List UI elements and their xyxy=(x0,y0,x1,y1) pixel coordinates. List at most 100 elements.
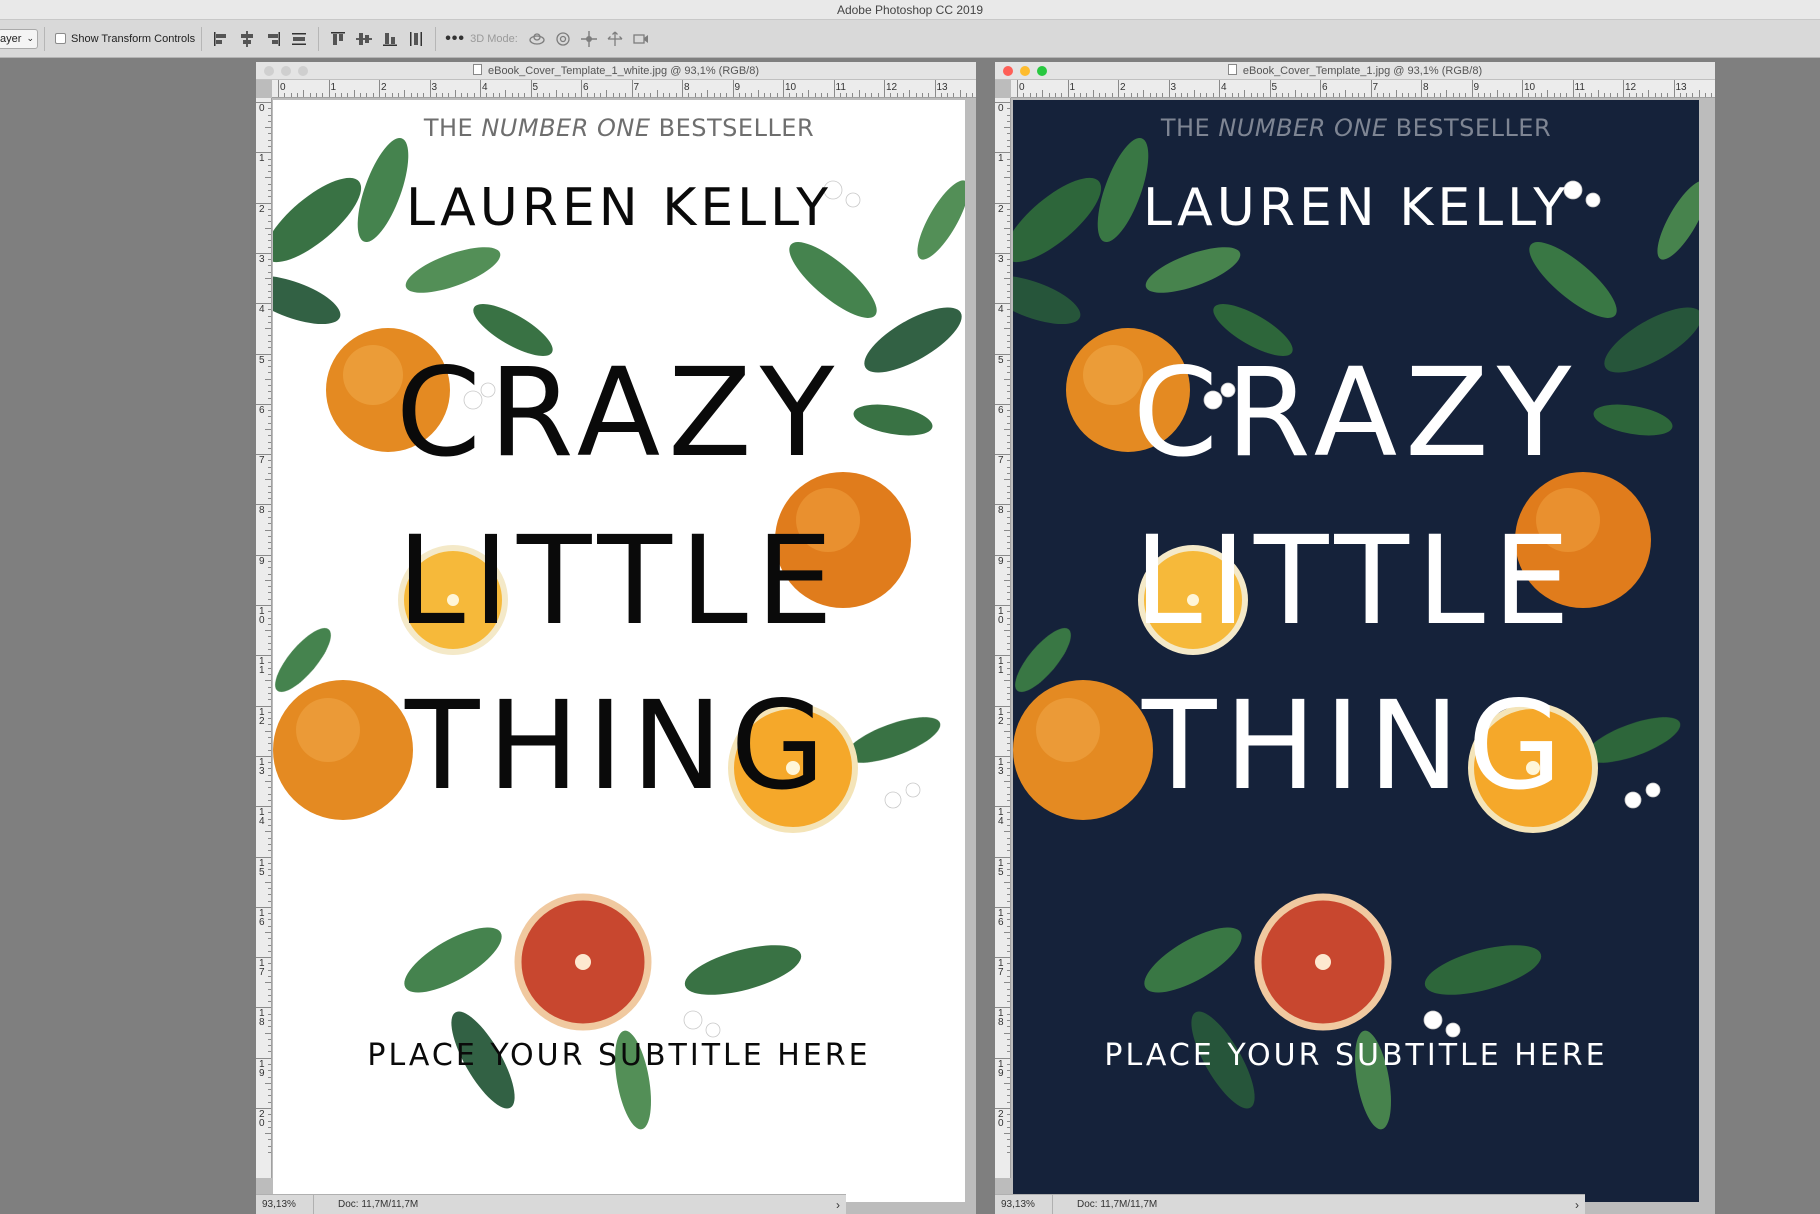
roll-3d-icon[interactable] xyxy=(550,26,576,52)
ruler-tick xyxy=(268,359,271,361)
document-title-bar[interactable]: eBook_Cover_Template_1_white.jpg @ 93,1%… xyxy=(256,62,976,80)
vertical-ruler[interactable]: 0 1 2 3 4 5 6 7 8 9 10 11 12 13 14 15 16 17 18 19 20 xyxy=(256,98,272,1178)
zoom-level[interactable]: 93,13% xyxy=(995,1195,1053,1214)
show-transform-checkbox[interactable] xyxy=(55,33,66,44)
divider xyxy=(435,26,437,51)
ruler-tick xyxy=(268,938,271,940)
minimize-window-icon[interactable] xyxy=(1020,66,1030,76)
book-cover-white[interactable]: THE NUMBER ONE BESTSELLER LAUREN KELLY C… xyxy=(273,100,965,1202)
ruler-tick xyxy=(536,93,538,97)
ruler-tick xyxy=(268,1145,271,1147)
ruler-tick xyxy=(1370,80,1372,97)
align-vertical-centers-icon[interactable] xyxy=(351,26,377,52)
ruler-tick xyxy=(1004,881,1010,883)
document-window-navy[interactable]: eBook_Cover_Template_1.jpg @ 93,1% (RGB/… xyxy=(995,62,1715,1214)
align-top-edges-icon[interactable] xyxy=(325,26,351,52)
ruler-tick xyxy=(1149,93,1151,97)
align-left-edges-icon[interactable] xyxy=(208,26,234,52)
ruler-tick xyxy=(1320,80,1321,97)
ruler-tick xyxy=(256,906,271,908)
ruler-tick xyxy=(909,90,911,97)
horizontal-ruler[interactable]: 0 1 2 3 4 5 6 7 8 9 10 11 12 13 xyxy=(272,80,976,98)
ruler-tick xyxy=(268,711,271,713)
ruler-tick xyxy=(268,950,271,952)
ruler-tick xyxy=(268,818,271,820)
vertical-ruler[interactable]: 0 1 2 3 4 5 6 7 8 9 10 11 12 13 14 15 16 17 18 19 20 xyxy=(995,98,1011,1178)
ruler-number: 7 xyxy=(998,455,1004,467)
align-right-edges-icon[interactable] xyxy=(260,26,286,52)
ruler-tick xyxy=(334,93,336,97)
ruler-tick xyxy=(265,127,271,129)
ruler-tick xyxy=(1004,428,1010,430)
ruler-tick xyxy=(1048,93,1050,97)
ruler-tick xyxy=(1007,869,1010,871)
more-options-icon[interactable]: ••• xyxy=(442,30,468,48)
distribute-horizontal-icon[interactable] xyxy=(286,26,312,52)
align-horizontal-centers-icon[interactable] xyxy=(234,26,260,52)
window-controls xyxy=(264,66,308,76)
horizontal-ruler[interactable]: 0 1 2 3 4 5 6 7 8 9 10 11 12 13 xyxy=(1011,80,1715,98)
ruler-tick xyxy=(1376,93,1378,97)
ruler-tick xyxy=(1490,93,1492,97)
ruler-tick xyxy=(858,90,860,97)
ruler-tick xyxy=(268,837,271,839)
ruler-tick xyxy=(1477,93,1479,97)
book-cover-navy[interactable]: THE NUMBER ONE BESTSELLER LAUREN KELLY C… xyxy=(1013,100,1699,1202)
ruler-tick xyxy=(1007,435,1010,437)
ruler-tick xyxy=(265,680,271,682)
minimize-window-icon[interactable] xyxy=(281,66,291,76)
ruler-tick xyxy=(1540,93,1542,97)
ruler-number: 0 xyxy=(280,82,286,93)
zoom-level[interactable]: 93,13% xyxy=(256,1195,314,1214)
distribute-vertical-icon[interactable] xyxy=(403,26,429,52)
ruler-tick xyxy=(265,1032,271,1034)
scale-3d-icon[interactable] xyxy=(628,26,654,52)
ruler-tick xyxy=(1007,397,1010,399)
ruler-tick xyxy=(1007,1152,1010,1153)
auto-select-dropdown[interactable]: ayer ⌄ xyxy=(0,28,38,49)
ruler-tick xyxy=(801,93,803,97)
close-window-icon[interactable] xyxy=(264,66,274,76)
ruler-tick xyxy=(1004,579,1010,581)
ruler-number: 8 xyxy=(1423,82,1429,93)
ruler-tick xyxy=(268,372,271,374)
chevron-right-icon[interactable]: › xyxy=(1569,1198,1585,1212)
ruler-tick xyxy=(268,466,271,468)
align-bottom-edges-icon[interactable] xyxy=(377,26,403,52)
status-bar-navy: 93,13% Doc: 11,7M/11,7M › xyxy=(995,1194,1585,1214)
slide-3d-icon[interactable] xyxy=(602,26,628,52)
ruler-tick xyxy=(268,334,271,336)
orbit-3d-icon[interactable] xyxy=(524,26,550,52)
zoom-window-icon[interactable] xyxy=(1037,66,1047,76)
ruler-tick xyxy=(1578,93,1580,97)
pan-3d-icon[interactable] xyxy=(576,26,602,52)
ruler-tick xyxy=(995,303,1010,305)
zoom-window-icon[interactable] xyxy=(298,66,308,76)
ruler-tick xyxy=(448,93,450,97)
ruler-tick xyxy=(1007,234,1010,236)
ruler-tick xyxy=(1007,667,1010,669)
ruler-tick xyxy=(1007,862,1010,864)
ruler-tick xyxy=(1007,944,1010,946)
document-window-white[interactable]: eBook_Cover_Template_1_white.jpg @ 93,1%… xyxy=(256,62,976,1214)
show-transform-controls[interactable]: Show Transform Controls xyxy=(55,33,195,45)
ruler-tick xyxy=(268,422,271,424)
ruler-tick xyxy=(1698,90,1700,97)
close-window-icon[interactable] xyxy=(1003,66,1013,76)
ruler-tick xyxy=(268,969,271,971)
ruler-tick xyxy=(256,655,271,657)
ruler-tick xyxy=(1073,93,1075,97)
ruler-tick xyxy=(1256,93,1258,97)
chevron-right-icon[interactable]: › xyxy=(830,1198,846,1212)
ruler-tick xyxy=(256,1057,271,1059)
ruler-tick xyxy=(757,90,759,97)
document-title-bar[interactable]: eBook_Cover_Template_1.jpg @ 93,1% (RGB/… xyxy=(995,62,1715,80)
ruler-tick xyxy=(1471,80,1473,97)
ruler-tick xyxy=(268,661,271,663)
ruler-tick xyxy=(268,347,271,349)
title-line-1: CRAZY xyxy=(395,342,843,484)
ruler-tick xyxy=(268,843,271,845)
ruler-number: 1 xyxy=(1069,82,1076,93)
ruler-tick xyxy=(995,152,1010,154)
title-line-2: LITTLE xyxy=(1134,510,1578,652)
